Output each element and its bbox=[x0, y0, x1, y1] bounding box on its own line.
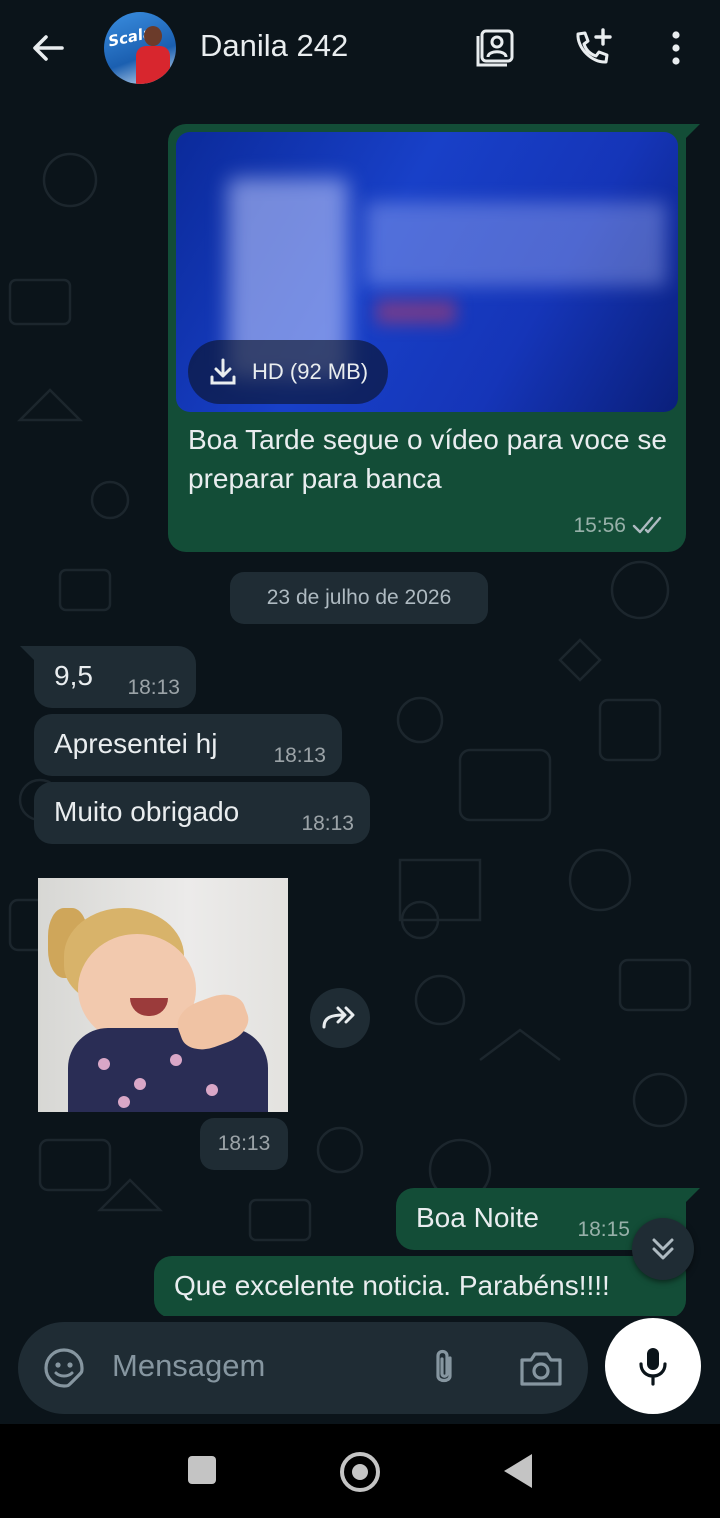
system-nav-bar bbox=[0, 1424, 720, 1518]
scroll-to-bottom-button[interactable] bbox=[632, 1218, 694, 1280]
message-time: 18:13 bbox=[217, 1132, 271, 1155]
double-check-icon bbox=[632, 517, 662, 534]
chat-header: Scala Danila 242 bbox=[0, 0, 720, 100]
bubble-tail bbox=[20, 646, 34, 660]
video-caption: Boa Tarde segue o vídeo para voce se pre… bbox=[188, 424, 667, 495]
forward-button[interactable] bbox=[310, 988, 370, 1048]
sticker-time-chip: 18:13 bbox=[200, 1118, 288, 1170]
message-text: 9,5 bbox=[54, 660, 93, 691]
message-input[interactable]: Mensagem bbox=[112, 1348, 265, 1384]
chat-area[interactable]: HD (92 MB) Boa Tarde segue o vídeo para … bbox=[0, 100, 720, 1316]
message-text: Muito obrigado bbox=[54, 796, 240, 827]
video-download-button[interactable]: HD (92 MB) bbox=[188, 340, 389, 404]
avatar-person-body bbox=[136, 46, 170, 84]
message-text: Boa Noite bbox=[416, 1202, 539, 1233]
home-button[interactable] bbox=[340, 1452, 380, 1492]
date-separator: 23 de julho de 2026 bbox=[230, 572, 488, 624]
message-meta: 15:56 bbox=[573, 511, 666, 540]
contact-card-icon bbox=[476, 29, 514, 67]
contact-card-button[interactable] bbox=[474, 26, 518, 70]
incoming-message[interactable]: 9,5 18:13 bbox=[20, 646, 196, 708]
arrow-left-icon bbox=[33, 35, 64, 61]
paperclip-icon[interactable] bbox=[422, 1346, 466, 1390]
camera-icon[interactable] bbox=[518, 1346, 564, 1390]
voice-message-button[interactable] bbox=[605, 1318, 701, 1414]
sticker-dot bbox=[206, 1084, 218, 1096]
message-time: 18:13 bbox=[127, 675, 180, 699]
sticker-icon[interactable] bbox=[42, 1346, 86, 1390]
add-call-icon bbox=[576, 28, 612, 64]
message-time: 18:15 bbox=[577, 1217, 630, 1241]
bubble-tail bbox=[686, 124, 700, 138]
incoming-message[interactable]: Muito obrigado 18:13 bbox=[34, 782, 370, 844]
sticker-message[interactable] bbox=[38, 878, 288, 1112]
download-icon bbox=[210, 358, 236, 385]
outgoing-message[interactable]: Que excelente noticia. Parabéns!!!! bbox=[154, 1256, 686, 1316]
more-options-button[interactable] bbox=[654, 26, 698, 70]
message-time: 18:13 bbox=[301, 811, 354, 835]
recents-button[interactable] bbox=[188, 1456, 216, 1484]
contact-avatar[interactable]: Scala bbox=[104, 12, 176, 84]
incoming-message[interactable]: Apresentei hj 18:13 bbox=[34, 714, 342, 776]
mic-icon bbox=[639, 1348, 667, 1386]
back-button[interactable] bbox=[28, 28, 68, 68]
more-vert-icon bbox=[672, 31, 680, 65]
double-chevron-down-icon bbox=[652, 1238, 674, 1260]
sticker-dot bbox=[170, 1054, 182, 1066]
system-back-button[interactable] bbox=[504, 1454, 532, 1488]
video-blur-block bbox=[366, 202, 666, 286]
message-text: Apresentei hj bbox=[54, 728, 218, 759]
message-time: 15:56 bbox=[573, 513, 626, 537]
forward-icon bbox=[322, 1006, 355, 1029]
add-call-button[interactable] bbox=[570, 26, 614, 70]
message-composer[interactable]: Mensagem bbox=[18, 1322, 588, 1414]
sticker-dot bbox=[134, 1078, 146, 1090]
bubble-tail bbox=[686, 1188, 700, 1202]
contact-name[interactable]: Danila 242 bbox=[200, 28, 348, 64]
video-download-label: HD (92 MB) bbox=[252, 358, 369, 384]
message-text: Que excelente noticia. Parabéns!!!! bbox=[174, 1270, 610, 1301]
sticker-dot bbox=[98, 1058, 110, 1070]
video-message[interactable]: HD (92 MB) Boa Tarde segue o vídeo para … bbox=[168, 124, 700, 552]
avatar-person-head bbox=[144, 26, 162, 46]
home-dot bbox=[352, 1464, 368, 1480]
message-time: 18:13 bbox=[273, 743, 326, 767]
video-thumbnail[interactable]: HD (92 MB) bbox=[176, 132, 678, 412]
sticker-body bbox=[68, 1028, 268, 1112]
video-blur-block bbox=[376, 300, 456, 324]
sticker-dot bbox=[118, 1096, 130, 1108]
